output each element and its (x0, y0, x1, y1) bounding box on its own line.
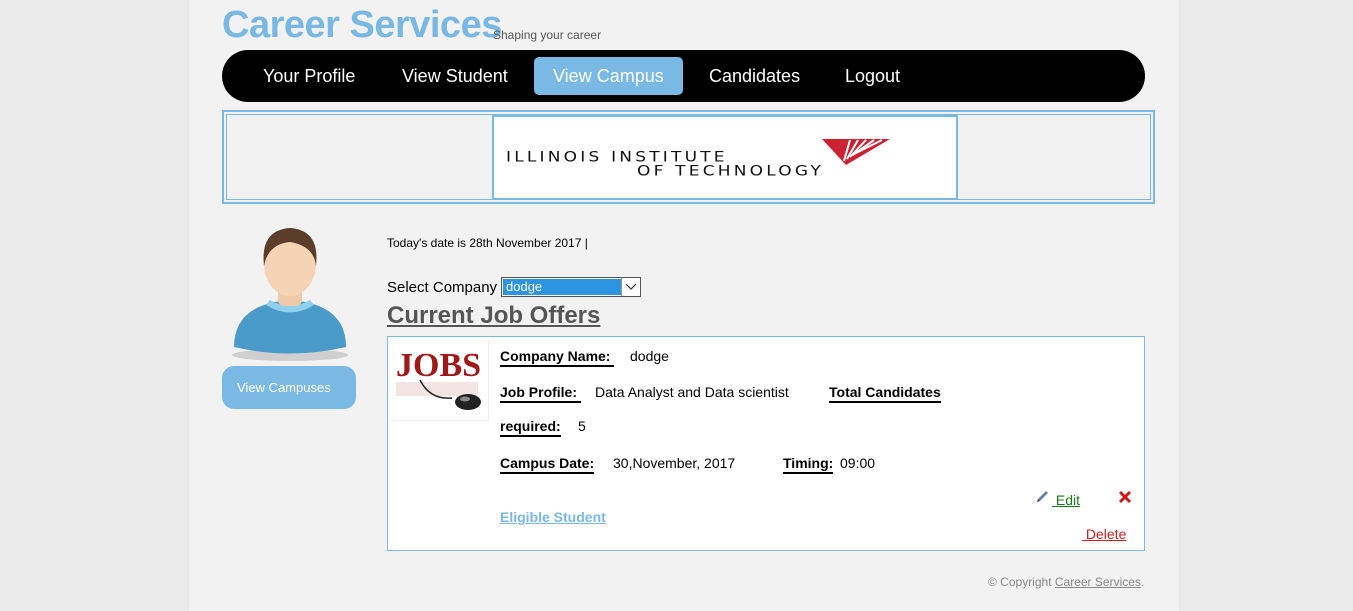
eligible-student-link[interactable]: Eligible Student (500, 509, 606, 525)
campus-date-value: 30,November, 2017 (613, 455, 736, 471)
close-icon[interactable] (1117, 489, 1133, 505)
chevron-down-icon[interactable] (621, 278, 640, 296)
company-select-value: dodge (503, 279, 621, 295)
site-tagline: Shaping your career (493, 28, 602, 42)
nav-view-campus[interactable]: View Campus (534, 57, 683, 95)
nav-your-profile[interactable]: Your Profile (244, 57, 374, 95)
select-company-label: Select Company (387, 279, 498, 296)
footer: © Copyright Career Services. (988, 575, 1144, 589)
view-campuses-button[interactable]: View Campuses (222, 366, 356, 409)
footer-copyright: © Copyright (988, 575, 1055, 589)
company-name-value: dodge (630, 348, 669, 364)
user-avatar-icon (232, 228, 348, 361)
required-value: 5 (578, 418, 586, 434)
delete-link[interactable]: Delete (1082, 526, 1126, 542)
timing-value: 09:00 (840, 455, 876, 471)
edit-link[interactable]: Edit (1052, 492, 1080, 508)
iit-logo: ILLINOIS INSTITUTE OF TECHNOLOGY (492, 115, 958, 200)
main-navbar: Your Profile View Student View Campus Ca… (222, 50, 1145, 102)
timing-label: Timing: (783, 455, 834, 474)
nav-candidates[interactable]: Candidates (690, 57, 819, 95)
current-date: Today's date is 28th November 2017 | (387, 236, 588, 250)
campus-date-label: Campus Date: (500, 455, 595, 474)
footer-link[interactable]: Career Services (1055, 575, 1141, 589)
jobs-image-text: JOBS (396, 347, 481, 384)
nav-view-student[interactable]: View Student (383, 57, 527, 95)
section-title: Current Job Offers (387, 302, 601, 329)
footer-suffix: . (1140, 575, 1145, 589)
logo-line-2: OF TECHNOLOGY (637, 162, 824, 180)
total-candidates-label: Total Candidates (829, 384, 941, 403)
nav-logout[interactable]: Logout (826, 57, 919, 95)
jobs-image: JOBS (390, 340, 489, 421)
pencil-icon (1037, 491, 1048, 502)
company-name-label: Company Name: (500, 348, 615, 367)
job-profile-value: Data Analyst and Data scientist (595, 384, 789, 400)
required-label: required: (500, 418, 561, 437)
company-select[interactable]: dodge (501, 277, 641, 297)
job-profile-label: Job Profile: (500, 384, 581, 403)
site-title: Career Services (222, 4, 502, 46)
logo-mark-icon (822, 139, 890, 165)
